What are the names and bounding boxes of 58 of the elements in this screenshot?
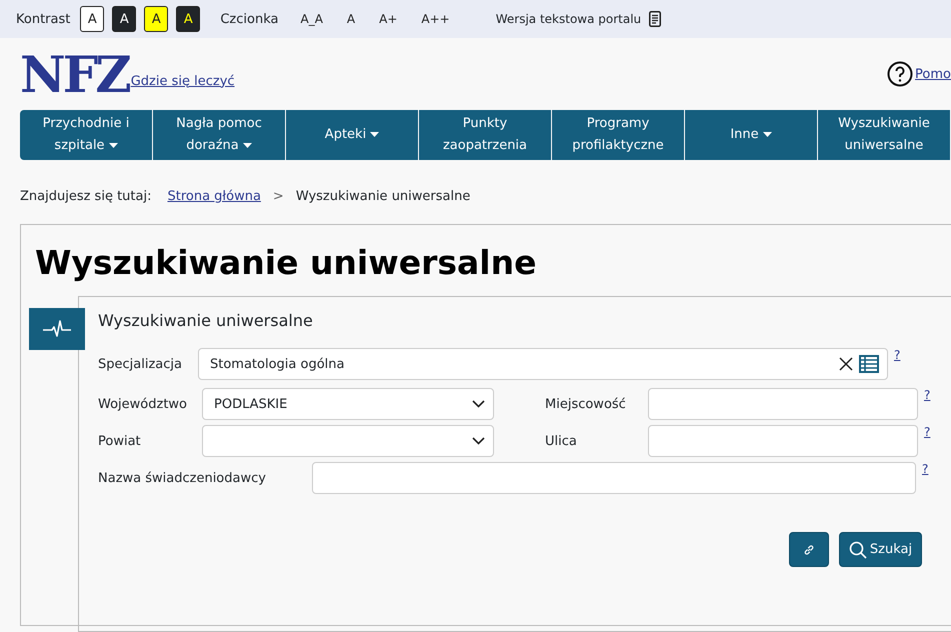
help-icon[interactable] bbox=[887, 61, 914, 87]
link-icon bbox=[803, 544, 815, 556]
caret-icon bbox=[370, 132, 380, 137]
specialization-field[interactable]: Stomatologia ogólna bbox=[198, 348, 888, 380]
panel-title: Wyszukiwanie uniwersalne bbox=[98, 311, 314, 330]
help-link[interactable]: Pomo bbox=[915, 66, 951, 82]
field-label: Specjalizacja bbox=[98, 356, 183, 372]
nav-menu-item[interactable]: Wyszukiwanie uniwersalne bbox=[818, 110, 950, 160]
help-link[interactable]: ? bbox=[924, 388, 930, 402]
field-label: Ulica bbox=[545, 434, 578, 448]
dropdown-field[interactable] bbox=[202, 425, 494, 457]
search-button[interactable]: Szukaj bbox=[839, 532, 922, 567]
font-size-button[interactable]: A bbox=[338, 12, 364, 26]
text-input[interactable] bbox=[312, 462, 916, 494]
text-version-link[interactable]: Wersja tekstowa portalu bbox=[496, 12, 642, 26]
link-button[interactable] bbox=[789, 532, 829, 567]
caret-icon bbox=[242, 142, 252, 148]
dropdown-field[interactable]: PODLASKIE bbox=[202, 388, 494, 420]
font-size-button[interactable]: A+ bbox=[371, 12, 406, 26]
tagline-link[interactable]: Gdzie się leczyć bbox=[130, 74, 235, 88]
contrast-label: Kontrast bbox=[16, 12, 70, 26]
contrast-button[interactable]: A bbox=[176, 6, 200, 32]
contrast-button[interactable]: A bbox=[80, 6, 104, 32]
contrast-button[interactable]: A bbox=[112, 6, 136, 32]
list-icon[interactable] bbox=[859, 355, 879, 373]
logo[interactable]: NFZ bbox=[20, 44, 129, 104]
nav-menu-item[interactable]: Apteki bbox=[286, 110, 418, 160]
contrast-button[interactable]: A bbox=[144, 6, 168, 32]
page-title: Wyszukiwanie uniwersalne bbox=[35, 243, 538, 282]
caret-icon bbox=[762, 132, 772, 137]
field-label: Nazwa świadczeniodawcy bbox=[98, 470, 267, 486]
field-label: Miejscowość bbox=[545, 396, 627, 412]
clear-icon[interactable] bbox=[839, 357, 853, 371]
nav-menu-item[interactable]: Przychodnie i szpitale bbox=[20, 110, 152, 160]
breadcrumb-link[interactable]: Strona główna bbox=[167, 189, 261, 204]
text-input[interactable] bbox=[648, 425, 918, 457]
field-label: Powiat bbox=[98, 434, 142, 448]
help-link[interactable]: ? bbox=[894, 348, 900, 362]
text-input[interactable] bbox=[648, 388, 918, 420]
help-link[interactable]: ? bbox=[922, 462, 928, 476]
caret-icon bbox=[108, 142, 118, 148]
search-icon bbox=[848, 540, 867, 558]
font-size-button[interactable]: A++ bbox=[413, 12, 458, 26]
heartbeat-icon bbox=[29, 308, 85, 350]
nav-menu-item[interactable]: Nagła pomoc doraźna bbox=[153, 110, 285, 160]
breadcrumb-separator: > bbox=[272, 189, 284, 204]
nav-menu-item[interactable]: Programy profilaktyczne bbox=[552, 110, 684, 160]
chevron-down-icon bbox=[472, 437, 485, 445]
chevron-down-icon bbox=[472, 400, 485, 408]
breadcrumb-current: Wyszukiwanie uniwersalne bbox=[296, 189, 470, 204]
document-icon[interactable] bbox=[649, 11, 662, 27]
font-size-label: Czcionka bbox=[220, 12, 278, 26]
font-size-button[interactable]: A_A bbox=[292, 12, 331, 26]
field-label: Województwo bbox=[98, 396, 188, 412]
nav-menu-item[interactable]: Inne bbox=[685, 110, 817, 160]
help-link[interactable]: ? bbox=[924, 425, 930, 439]
breadcrumb-label: Znajdujesz się tutaj: bbox=[20, 189, 152, 204]
nav-menu-item[interactable]: Punkty zaopatrzenia bbox=[419, 110, 551, 160]
